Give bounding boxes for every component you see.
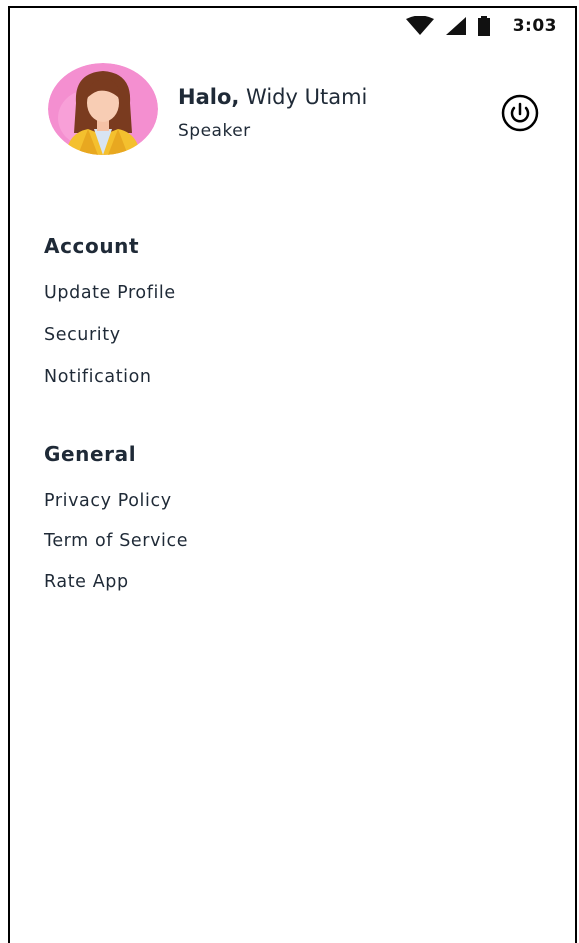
status-time: 3:03 [512,16,557,36]
status-bar: 3:03 [405,12,557,40]
logout-button[interactable] [500,93,540,133]
wifi-icon [405,16,435,36]
app-window: 3:03 Halo, Widy Utami Speaker Account Up… [8,6,577,943]
section-title-account: Account [44,234,140,258]
profile-header: Halo, Widy Utami Speaker [48,63,548,163]
menu-item-notification[interactable]: Notification [44,367,152,387]
menu-item-security[interactable]: Security [44,325,121,345]
battery-icon [477,16,491,36]
avatar[interactable] [48,63,158,155]
menu-item-update-profile[interactable]: Update Profile [44,283,176,303]
woman-avatar-icon [48,63,158,155]
menu-item-privacy-policy[interactable]: Privacy Policy [44,491,172,511]
menu-item-rate-app[interactable]: Rate App [44,572,129,592]
menu-item-term-of-service[interactable]: Term of Service [44,531,188,551]
greeting: Halo, Widy Utami [178,85,367,109]
greeting-prefix: Halo, [178,85,240,109]
section-title-general: General [44,442,137,466]
power-icon [501,94,539,132]
cellular-signal-icon [445,16,467,36]
user-role: Speaker [178,121,251,141]
user-name: Widy Utami [246,85,368,109]
